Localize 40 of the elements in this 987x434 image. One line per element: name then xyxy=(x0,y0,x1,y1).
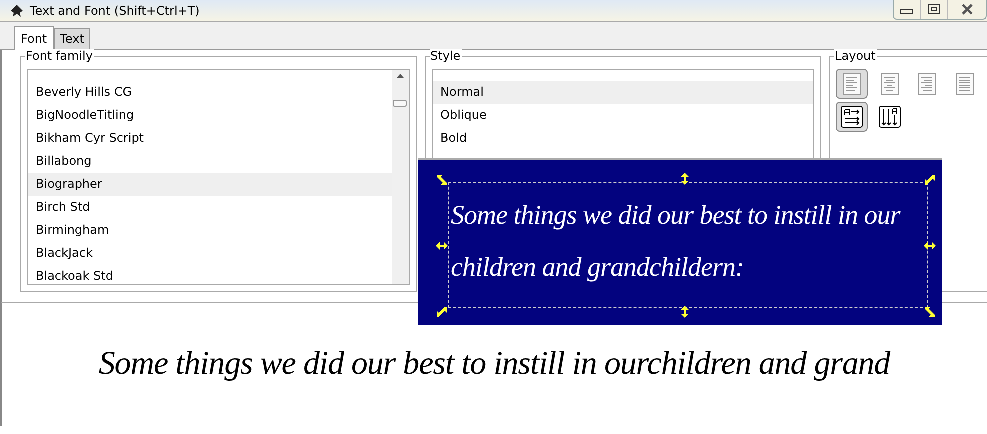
list-item[interactable]: Billabong xyxy=(28,150,392,173)
diagonal-resize-handle-icon[interactable] xyxy=(436,306,448,318)
horizontal-resize-handle-icon[interactable] xyxy=(924,240,936,252)
maximize-icon xyxy=(928,4,940,15)
list-item[interactable]: Bikham Cyr Script xyxy=(28,127,392,150)
window-title: Text and Font (Shift+Ctrl+T) xyxy=(30,2,200,20)
list-item[interactable]: Bold xyxy=(432,127,814,150)
list-item[interactable]: Blackoak Std xyxy=(28,265,392,284)
text-direction-horizontal-icon xyxy=(841,106,864,128)
scroll-up-icon xyxy=(396,74,404,78)
diagonal-resize-handle-icon[interactable] xyxy=(924,174,936,186)
list-item[interactable]: Beverly Hills CG xyxy=(28,81,392,104)
text-align-justify-icon xyxy=(956,73,974,95)
orientation-button[interactable] xyxy=(836,102,868,132)
preview-text: Some things we did our best to instill in ourchildren and grand xyxy=(98,344,890,384)
group-label: Font family xyxy=(25,49,94,63)
vertical-resize-handle-icon[interactable] xyxy=(679,173,691,185)
list-item[interactable]: BigNoodleTitling xyxy=(28,104,392,127)
canvas-text: Some things we did our best to instill in our children and grandchildern: xyxy=(451,199,900,284)
list-item[interactable]: Birch Std xyxy=(28,196,392,219)
text-align-right-icon xyxy=(918,73,936,95)
group-label: Style xyxy=(430,49,462,63)
app-logo-icon xyxy=(10,4,24,18)
group-label: Layout xyxy=(834,49,877,63)
tab[interactable]: Text xyxy=(54,28,90,49)
scrollbar-thumb[interactable] xyxy=(393,100,408,107)
text-align-left-icon xyxy=(843,73,862,95)
diagonal-resize-handle-icon[interactable] xyxy=(436,174,448,186)
tab[interactable]: Font xyxy=(14,26,54,50)
list-item[interactable]: Normal xyxy=(432,81,814,104)
text-align-center-icon xyxy=(880,73,899,95)
horizontal-resize-handle-icon[interactable] xyxy=(436,240,448,252)
list-item[interactable]: Oblique xyxy=(432,104,814,127)
diagonal-resize-handle-icon[interactable] xyxy=(924,306,936,318)
list-item[interactable]: BlackJack xyxy=(28,242,392,265)
list-item[interactable]: Birmingham xyxy=(28,219,392,242)
list-item[interactable]: Biographer xyxy=(28,173,392,196)
vertical-resize-handle-icon[interactable] xyxy=(679,306,691,318)
close-icon xyxy=(960,3,974,16)
text-direction-vertical-icon xyxy=(878,106,901,128)
